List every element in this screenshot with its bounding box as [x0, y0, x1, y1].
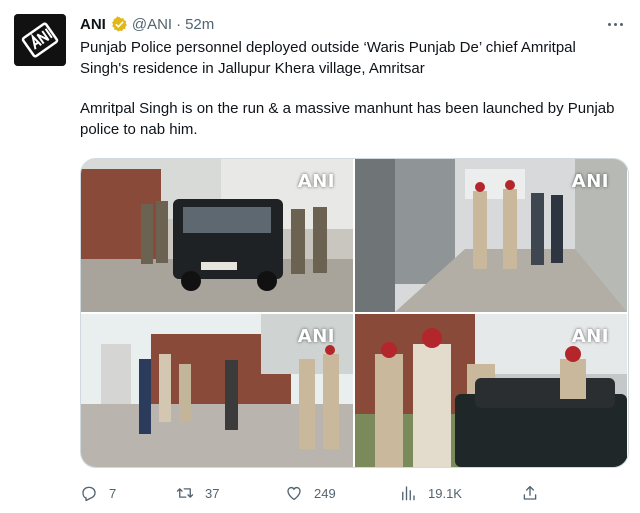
share-icon [523, 485, 537, 500]
avatar[interactable] [14, 14, 66, 66]
heart-icon [287, 486, 301, 501]
more-dot [619, 22, 623, 26]
more-dot [613, 22, 617, 26]
retweet-button[interactable]: 37 [176, 482, 219, 504]
views-bar-chart-icon [402, 486, 415, 501]
tweet-time[interactable]: 52m [185, 16, 214, 33]
media-photo-3[interactable]: ANI [81, 314, 353, 467]
author-name[interactable]: ANI [80, 16, 106, 33]
tweet-paragraph: Amritpal Singh is on the run & a massive… [80, 100, 615, 138]
like-count: 249 [314, 485, 336, 501]
media-photo-1[interactable]: ANI [81, 159, 353, 312]
media-watermark: ANI [297, 326, 335, 347]
like-button[interactable]: 249 [285, 482, 336, 504]
verified-badge-icon[interactable] [111, 15, 128, 33]
views-button[interactable]: 19.1K [399, 482, 462, 504]
tweet-card: ANI @ANI · 52m Punjab Police personnel d… [0, 0, 640, 513]
retweet-count: 37 [205, 485, 220, 501]
more-options-icon[interactable] [604, 14, 626, 34]
reply-button[interactable]: 7 [80, 482, 116, 504]
media-photo-2[interactable]: ANI [355, 159, 627, 312]
media-watermark: ANI [571, 326, 609, 347]
tweet-actions: 7 37 249 19.1K [80, 482, 550, 504]
tweet-paragraph: Punjab Police personnel deployed outside… [80, 39, 576, 77]
more-dot [607, 22, 611, 26]
media-watermark: ANI [297, 171, 335, 192]
ani-logo-icon [14, 14, 66, 66]
tweet-text: Punjab Police personnel deployed outside… [80, 38, 620, 140]
separator-dot: · [176, 15, 182, 33]
media-grid: ANI ANI ANI ANI [80, 158, 629, 468]
author-handle[interactable]: @ANI [132, 16, 172, 33]
tweet-header: ANI @ANI · 52m [80, 14, 214, 34]
retweet-icon [176, 488, 194, 498]
reply-icon [82, 486, 96, 502]
media-photo-4[interactable]: ANI [355, 314, 627, 467]
reply-count: 7 [109, 485, 117, 501]
share-button[interactable] [521, 482, 550, 504]
view-count: 19.1K [428, 485, 462, 501]
media-watermark: ANI [571, 171, 609, 192]
